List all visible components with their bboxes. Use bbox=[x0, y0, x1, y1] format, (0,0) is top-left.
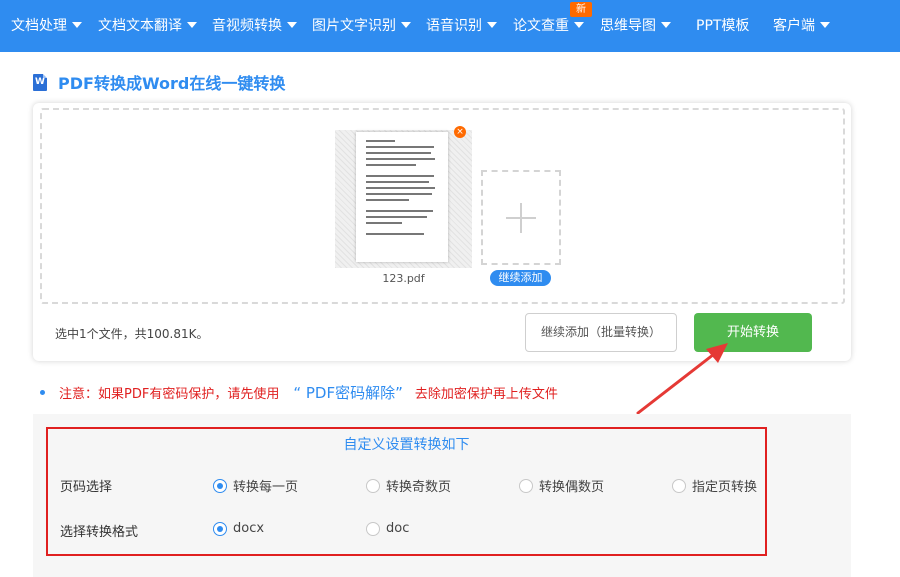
chevron-down-icon bbox=[187, 22, 197, 28]
pdf-unlock-link[interactable]: “ PDF密码解除” bbox=[293, 382, 403, 403]
page-selection-label: 页码选择 bbox=[60, 480, 113, 495]
radio-unchecked-icon bbox=[672, 478, 686, 493]
option-label: docx bbox=[233, 521, 265, 536]
radio-unchecked-icon bbox=[366, 478, 380, 493]
nav-item-label: PPT模板 bbox=[696, 18, 750, 34]
option-doc[interactable]: doc bbox=[366, 521, 409, 536]
option-every-page[interactable]: 转换每一页 bbox=[213, 476, 298, 495]
add-file-box[interactable] bbox=[481, 170, 561, 265]
radio-checked-icon bbox=[213, 521, 227, 536]
option-even-pages[interactable]: 转换偶数页 bbox=[519, 476, 604, 495]
option-label: 指定页转换 bbox=[692, 480, 758, 495]
top-nav: 文档处理 文档文本翻译 音视频转换 图片文字识别 语音识别 论文查重 新 思维导… bbox=[0, 0, 900, 52]
file-name: 123.pdf bbox=[382, 272, 425, 285]
radio-unchecked-icon bbox=[366, 521, 380, 536]
option-label: 转换奇数页 bbox=[386, 480, 452, 495]
notice-prefix: 注意：如果PDF有密码保护，请先使用 bbox=[59, 387, 280, 402]
remove-file-icon[interactable]: × bbox=[454, 126, 466, 138]
word-icon: W bbox=[33, 73, 47, 91]
option-odd-pages[interactable]: 转换奇数页 bbox=[366, 476, 451, 495]
option-docx[interactable]: docx bbox=[213, 521, 264, 536]
plus-icon bbox=[506, 202, 536, 233]
chevron-down-icon bbox=[401, 22, 411, 28]
radio-unchecked-icon bbox=[519, 478, 533, 493]
chevron-down-icon bbox=[287, 22, 297, 28]
chevron-down-icon bbox=[487, 22, 497, 28]
nav-item-ppt-templates[interactable]: PPT模板 bbox=[696, 0, 749, 52]
pdf-page-preview bbox=[356, 132, 448, 262]
nav-item-label: 图片文字识别 bbox=[312, 18, 396, 34]
nav-item-ocr[interactable]: 图片文字识别 bbox=[312, 0, 411, 52]
bullet-dot-icon bbox=[40, 390, 45, 395]
nav-item-label: 文档文本翻译 bbox=[98, 18, 182, 34]
selection-status: 选中1个文件，共100.81K。 bbox=[55, 327, 209, 341]
file-thumbnail bbox=[335, 130, 472, 268]
new-badge: 新 bbox=[570, 2, 592, 17]
nav-item-label: 音视频转换 bbox=[212, 18, 282, 34]
nav-item-client[interactable]: 客户端 bbox=[773, 0, 830, 52]
chevron-down-icon bbox=[820, 22, 830, 28]
format-selection-label: 选择转换格式 bbox=[60, 525, 139, 540]
chevron-down-icon bbox=[661, 22, 671, 28]
upload-card: × 123.pdf 继续添加 选中1个文件，共100.81K。 继续添加（批量转… bbox=[33, 103, 851, 361]
option-label: 转换偶数页 bbox=[539, 480, 605, 495]
nav-item-label: 客户端 bbox=[773, 18, 815, 34]
nav-item-doc-processing[interactable]: 文档处理 bbox=[11, 0, 82, 52]
chevron-down-icon bbox=[72, 22, 82, 28]
nav-item-speech[interactable]: 语音识别 bbox=[426, 0, 497, 52]
option-label: 转换每一页 bbox=[233, 480, 299, 495]
chevron-down-icon bbox=[574, 22, 584, 28]
nav-item-label: 论文查重 bbox=[513, 18, 569, 34]
settings-box: 自定义设置转换如下 页码选择 转换每一页 转换奇数页 转换偶数页 指定页转换 选… bbox=[46, 427, 767, 556]
page-title: PDF转换成Word在线一键转换 bbox=[58, 74, 286, 93]
add-more-tag[interactable]: 继续添加 bbox=[490, 270, 551, 286]
nav-item-mindmap[interactable]: 思维导图 bbox=[600, 0, 671, 52]
nav-item-av-convert[interactable]: 音视频转换 bbox=[212, 0, 297, 52]
password-notice: 注意：如果PDF有密码保护，请先使用 “ PDF密码解除” 去除加密保护再上传文… bbox=[40, 382, 558, 403]
option-specific-pages[interactable]: 指定页转换 bbox=[672, 476, 757, 495]
file-dropzone[interactable]: × 123.pdf 继续添加 bbox=[40, 108, 845, 304]
annotation-arrow-icon bbox=[636, 343, 728, 415]
nav-item-label: 文档处理 bbox=[11, 18, 67, 34]
nav-item-label: 语音识别 bbox=[426, 18, 482, 34]
nav-item-label: 思维导图 bbox=[600, 18, 656, 34]
nav-item-doc-translate[interactable]: 文档文本翻译 bbox=[98, 0, 197, 52]
option-label: doc bbox=[386, 521, 410, 536]
radio-checked-icon bbox=[213, 478, 227, 493]
settings-title: 自定义设置转换如下 bbox=[343, 437, 470, 453]
notice-suffix: 去除加密保护再上传文件 bbox=[414, 387, 558, 402]
page-header: W PDF转换成Word在线一键转换 bbox=[33, 72, 286, 93]
